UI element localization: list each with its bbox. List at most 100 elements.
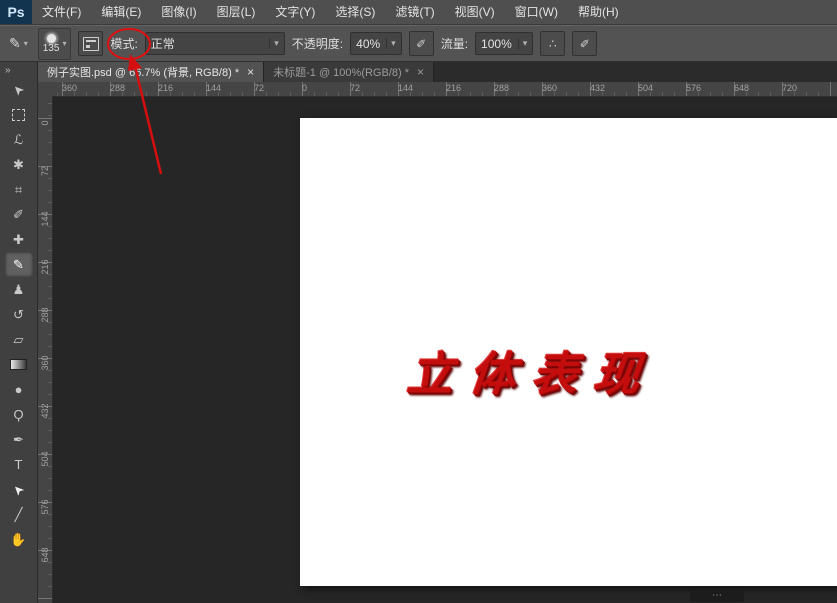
move-tool[interactable]: ➤	[5, 77, 33, 102]
chevron-down-icon: ▾	[518, 38, 528, 49]
tab-document-2[interactable]: 未标题-1 @ 100%(RGB/8) * ×	[264, 62, 434, 82]
blur-drop-icon: ●	[15, 382, 23, 397]
ruler-tick-label: 144	[40, 209, 50, 229]
type-icon: T	[15, 457, 23, 472]
tool-preset-picker[interactable]: ✎ ▾	[6, 35, 31, 52]
mode-dropdown[interactable]: 正常 ▾	[145, 32, 285, 55]
lasso-tool[interactable]: ℒ	[5, 127, 33, 152]
menu-help[interactable]: 帮助(H)	[568, 0, 629, 24]
status-bar-fragment: ⋯	[690, 589, 744, 602]
ruler-tick-label: 576	[40, 497, 50, 517]
toggle-brush-panel-button[interactable]	[78, 31, 103, 56]
type-tool[interactable]: T	[5, 452, 33, 477]
ruler-tick-label: 648	[734, 83, 749, 93]
document-tab-bar: 例子实图.psd @ 66.7% (背景, RGB/8) * × 未标题-1 @…	[38, 62, 837, 82]
menu-select[interactable]: 选择(S)	[325, 0, 385, 24]
eraser-tool[interactable]: ▱	[5, 327, 33, 352]
pen-icon: ✒	[13, 432, 24, 448]
pressure-opacity-button[interactable]: ✐	[409, 31, 434, 56]
hand-tool[interactable]: ✋	[5, 527, 33, 552]
history-brush-icon: ↺	[13, 307, 24, 323]
horizontal-ruler[interactable]: 360 288 216 144 72 0 72 144 216 288 360 …	[52, 82, 837, 97]
close-icon[interactable]: ×	[417, 65, 424, 79]
marquee-icon	[12, 109, 25, 121]
eyedropper-tool[interactable]: ✐	[5, 202, 33, 227]
gradient-tool[interactable]	[5, 352, 33, 377]
hand-icon: ✋	[10, 532, 26, 548]
photoshop-window: Ps 文件(F) 编辑(E) 图像(I) 图层(L) 文字(Y) 选择(S) 滤…	[0, 0, 837, 603]
mode-label: 模式:	[110, 35, 137, 52]
brush-tip-icon	[47, 34, 56, 43]
ruler-tick-label: 504	[40, 449, 50, 469]
canvas-workspace: 立体表现	[52, 96, 837, 603]
menu-edit[interactable]: 编辑(E)	[91, 0, 151, 24]
ruler-tick-label: 72	[350, 83, 360, 93]
flow-label: 流量:	[441, 35, 468, 52]
brush-tool[interactable]: ✎	[5, 252, 33, 277]
pressure-size-button[interactable]: ✐	[572, 31, 597, 56]
chevron-down-icon: ▾	[386, 38, 396, 49]
tab-label: 未标题-1 @ 100%(RGB/8) *	[273, 64, 409, 80]
ruler-tick-label: 288	[110, 83, 125, 93]
ruler-tick-label: 0	[40, 113, 50, 133]
ruler-origin-corner[interactable]	[38, 82, 53, 97]
brush-panel-icon	[83, 37, 99, 51]
flow-value: 100%	[481, 37, 512, 51]
brush-preset-picker[interactable]: 135 ▾	[38, 28, 72, 60]
clone-stamp-tool[interactable]: ♟	[5, 277, 33, 302]
path-selection-tool[interactable]: ➤	[5, 477, 33, 502]
quick-selection-tool[interactable]: ✱	[5, 152, 33, 177]
ruler-tick-label: 144	[398, 83, 413, 93]
gradient-icon	[10, 359, 27, 370]
pen-pressure-icon: ✐	[580, 37, 590, 51]
menu-filter[interactable]: 滤镜(T)	[385, 0, 444, 24]
path-selection-icon: ➤	[9, 480, 28, 499]
ruler-tick-label: 360	[62, 83, 77, 93]
brush-icon: ✎	[13, 257, 24, 273]
airbrush-button[interactable]: ∴	[540, 31, 565, 56]
vertical-ruler[interactable]: 0 72 144 216 288 360 432 504 576 648	[38, 96, 53, 603]
ruler-tick-label: 288	[494, 83, 509, 93]
chevron-down-icon: ▾	[269, 38, 279, 49]
tab-document-1[interactable]: 例子实图.psd @ 66.7% (背景, RGB/8) * ×	[38, 62, 264, 82]
line-tool[interactable]: ╱	[5, 502, 33, 527]
flow-dropdown[interactable]: 100% ▾	[475, 32, 533, 55]
document-canvas[interactable]: 立体表现	[300, 118, 837, 586]
crop-icon: ⌗	[15, 182, 22, 198]
menu-type[interactable]: 文字(Y)	[265, 0, 325, 24]
menu-layer[interactable]: 图层(L)	[207, 0, 266, 24]
move-tool-icon: ➤	[9, 80, 28, 99]
opacity-label: 不透明度:	[292, 35, 343, 52]
blur-tool[interactable]: ●	[5, 377, 33, 402]
menu-image[interactable]: 图像(I)	[151, 0, 206, 24]
menu-window[interactable]: 窗口(W)	[505, 0, 568, 24]
crop-tool[interactable]: ⌗	[5, 177, 33, 202]
opacity-dropdown[interactable]: 40% ▾	[350, 32, 402, 55]
opacity-value: 40%	[356, 37, 380, 51]
pen-tool[interactable]: ✒	[5, 427, 33, 452]
menu-file[interactable]: 文件(F)	[32, 0, 91, 24]
history-brush-tool[interactable]: ↺	[5, 302, 33, 327]
mode-value: 正常	[151, 35, 175, 52]
clone-stamp-icon: ♟	[13, 282, 25, 298]
spot-healing-brush-tool[interactable]: ✚	[5, 227, 33, 252]
chevron-down-icon: ▾	[24, 39, 28, 48]
quick-selection-icon: ✱	[13, 157, 24, 173]
ps-logo: Ps	[0, 0, 32, 24]
ruler-tick-label: 648	[40, 545, 50, 565]
ruler-tick-label: 0	[302, 83, 307, 93]
lasso-icon: ℒ	[14, 132, 23, 148]
rectangular-marquee-tool[interactable]	[5, 102, 33, 127]
close-icon[interactable]: ×	[247, 65, 254, 79]
menu-view[interactable]: 视图(V)	[445, 0, 505, 24]
pen-pressure-icon: ✐	[416, 37, 426, 51]
brush-size-value: 135	[43, 43, 60, 54]
collapse-panel-button[interactable]: »	[0, 64, 11, 77]
eraser-icon: ▱	[14, 332, 24, 348]
tools-panel: » ➤ ℒ ✱ ⌗ ✐ ✚ ✎ ♟ ↺ ▱ ● Ϙ ✒ T ➤ ╱ ✋	[0, 62, 38, 603]
ruler-tick-label: 360	[40, 353, 50, 373]
menu-bar: Ps 文件(F) 编辑(E) 图像(I) 图层(L) 文字(Y) 选择(S) 滤…	[0, 0, 837, 25]
ruler-tick-label: 288	[40, 305, 50, 325]
dodge-tool[interactable]: Ϙ	[5, 402, 33, 427]
ruler-tick-label: 216	[158, 83, 173, 93]
